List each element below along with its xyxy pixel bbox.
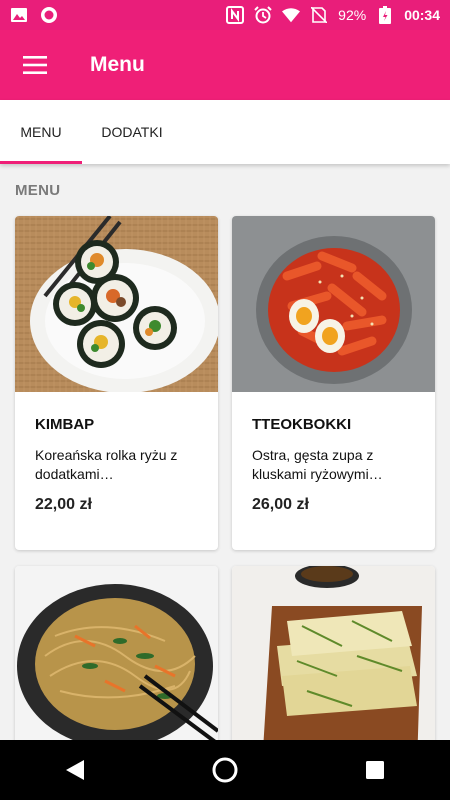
image-icon [10, 6, 28, 24]
app-bar: Menu [0, 30, 450, 100]
battery-icon [376, 6, 394, 24]
menu-item-card[interactable]: KIMBAP Koreańska rolka ryżu z dodatkami…… [15, 216, 218, 550]
menu-item-card[interactable] [232, 566, 435, 740]
clock: 00:34 [404, 7, 440, 23]
item-name: KIMBAP [35, 416, 95, 433]
item-description: Koreańska rolka ryżu z dodatkami… [35, 447, 178, 482]
status-bar: 92% 00:34 [0, 0, 450, 30]
hamburger-icon[interactable] [0, 30, 70, 100]
section-title: MENU [15, 182, 61, 199]
tab-bar: MENU DODATKI [0, 100, 450, 164]
wifi-icon [282, 6, 301, 24]
navigation-bar [0, 740, 450, 800]
item-name: TTEOKBOKKI [252, 416, 352, 433]
back-icon[interactable] [45, 740, 105, 800]
recents-icon[interactable] [345, 740, 405, 800]
alarm-icon [254, 6, 272, 24]
item-price: 26,00 zł [252, 496, 309, 513]
tab-menu[interactable]: MENU [0, 100, 82, 164]
nfc-icon [226, 6, 245, 24]
circle-icon [40, 6, 58, 24]
food-photo [232, 566, 435, 740]
item-description: Ostra, gęsta zupa z kluskami ryżowymi… [252, 447, 383, 482]
battery-percentage: 92% [338, 7, 367, 23]
menu-list[interactable]: MENU KIMBAP Koreańska rolka ryżu z dodat… [0, 164, 450, 740]
food-photo [15, 216, 218, 392]
page-title: Menu [90, 53, 145, 76]
menu-item-card[interactable] [15, 566, 218, 740]
menu-item-card[interactable]: TTEOKBOKKI Ostra, gęsta zupa z kluskami … [232, 216, 435, 550]
item-price: 22,00 zł [35, 496, 92, 513]
food-photo [232, 216, 435, 392]
no-sim-icon [310, 6, 328, 24]
home-icon[interactable] [195, 740, 255, 800]
tab-dodatki[interactable]: DODATKI [82, 100, 182, 164]
food-photo [15, 566, 218, 740]
